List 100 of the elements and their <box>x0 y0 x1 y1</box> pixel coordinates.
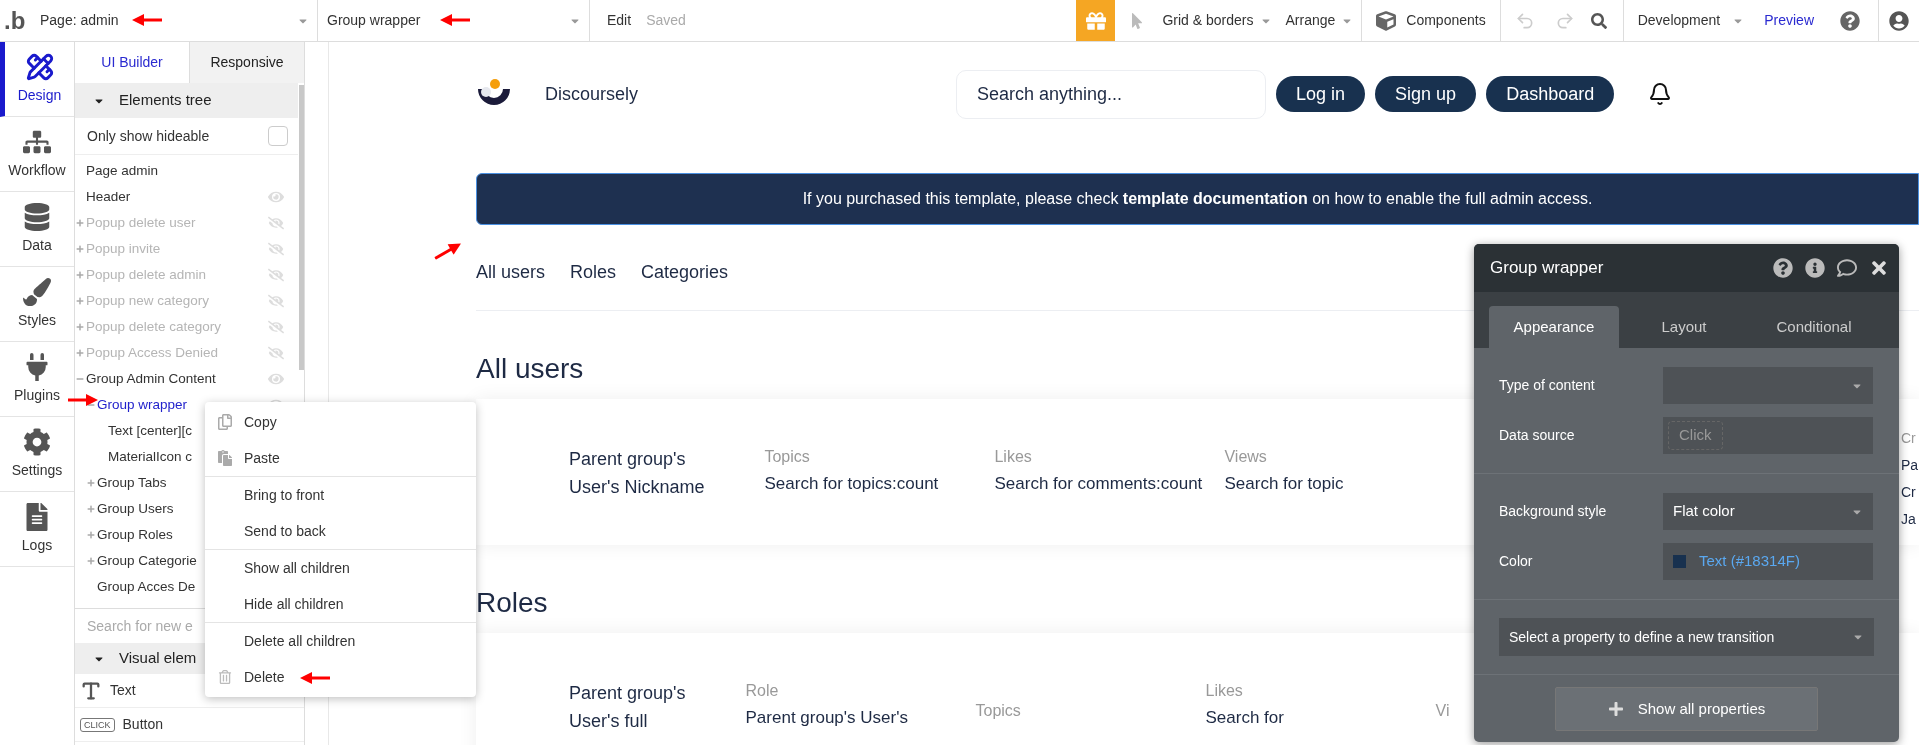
column-label: Likes <box>994 447 1032 467</box>
tree-item[interactable]: Group Acces De <box>97 576 196 598</box>
close-icon[interactable] <box>1869 258 1889 278</box>
collapse-icon[interactable] <box>76 375 84 383</box>
menu-item[interactable]: Bring to front <box>205 477 476 513</box>
user-icon[interactable] <box>1889 10 1909 31</box>
column-value: Search for topics:count <box>764 473 939 495</box>
arrange-menu[interactable]: Arrange <box>1285 0 1363 41</box>
bell-icon[interactable] <box>1648 82 1673 106</box>
sidebar-tab[interactable]: Settings <box>0 417 74 492</box>
expand-icon[interactable] <box>87 479 95 487</box>
tree-item[interactable]: Group Users <box>97 498 174 520</box>
annotation-arrow <box>132 14 162 26</box>
column-value: Parent group's User's <box>745 707 908 729</box>
tree-item[interactable]: Group Roles <box>97 524 173 546</box>
content-tab[interactable]: All users <box>476 258 546 286</box>
edit-menu[interactable]: Edit <box>607 10 632 31</box>
menu-item[interactable]: Show all children <box>205 550 476 586</box>
database-icon <box>23 202 51 231</box>
scrollbar[interactable] <box>299 85 304 370</box>
undo-icon[interactable] <box>1514 10 1535 31</box>
column-value: Ja <box>1900 510 1917 529</box>
sidebar-tab[interactable]: Plugins <box>0 342 74 417</box>
save-status: Saved <box>646 11 686 30</box>
tree-item[interactable]: Group wrapper <box>97 394 188 416</box>
collapse-icon[interactable] <box>87 401 95 409</box>
sidebar-tab[interactable]: Data <box>0 192 74 267</box>
gift-button[interactable] <box>1076 0 1116 41</box>
column-value: Search for topic <box>1224 473 1344 495</box>
column-label: Views <box>1224 447 1267 467</box>
help-icon[interactable] <box>1840 10 1860 31</box>
logo[interactable]: .b <box>0 2 30 39</box>
field-label: Type of content <box>1499 376 1596 395</box>
tree-item[interactable]: Page admin <box>86 160 159 182</box>
eye-slash-icon[interactable] <box>268 241 284 257</box>
button-element-icon: CLICK <box>80 717 115 732</box>
info-icon[interactable] <box>1805 258 1825 278</box>
panel-tab[interactable]: Responsive <box>189 42 304 83</box>
search-field[interactable]: Search anything... <box>956 69 1267 119</box>
expand-icon[interactable] <box>76 271 84 279</box>
tree-item[interactable]: MaterialIcon c <box>108 446 193 468</box>
nav-button[interactable]: Dashboard <box>1486 76 1615 112</box>
field-label: Color <box>1499 552 1534 571</box>
copy-icon <box>216 414 233 430</box>
expand-icon[interactable] <box>76 245 84 253</box>
menu-item[interactable]: Send to back <box>205 513 476 549</box>
eye-slash-icon[interactable] <box>268 345 284 361</box>
eye-slash-icon[interactable] <box>268 293 284 309</box>
grid-borders-menu[interactable]: Grid & borders <box>1162 10 1272 31</box>
search-icon[interactable] <box>1590 12 1607 29</box>
nav-button[interactable]: Log in <box>1276 76 1366 112</box>
help-icon[interactable] <box>1773 258 1793 278</box>
components-button[interactable]: Components <box>1362 0 1501 41</box>
plus-icon <box>1607 701 1624 717</box>
tree-item[interactable]: Group Categorie <box>97 550 197 572</box>
tree-item[interactable]: Group Tabs <box>97 472 167 494</box>
column-label: Topics <box>764 447 810 467</box>
show-all-properties-button[interactable]: Show all properties <box>1555 687 1818 731</box>
eye-icon[interactable] <box>268 189 284 205</box>
annotation-arrow <box>440 14 470 26</box>
expand-icon[interactable] <box>76 219 84 227</box>
panel-tab[interactable]: Conditional <box>1749 306 1879 348</box>
eye-slash-icon[interactable] <box>268 319 284 335</box>
content-tab[interactable]: Categories <box>641 258 729 286</box>
expand-icon[interactable] <box>76 297 84 305</box>
dropdown[interactable]: Flat color <box>1663 493 1873 530</box>
panel-tab[interactable]: Layout <box>1619 306 1749 348</box>
tree-item[interactable]: Group Admin Content <box>86 368 216 390</box>
eye-icon[interactable] <box>268 371 284 387</box>
expand-icon[interactable] <box>87 505 95 513</box>
comment-icon[interactable] <box>1837 258 1857 278</box>
panel-tab[interactable]: Appearance <box>1489 306 1619 348</box>
content-tab[interactable]: Roles <box>570 258 617 286</box>
preview-link[interactable]: Preview <box>1764 10 1814 31</box>
sidebar-tab[interactable]: Logs <box>0 492 74 567</box>
tree-item[interactable]: Header <box>86 186 131 208</box>
field-label: Background style <box>1499 502 1608 521</box>
sidebar-tab[interactable]: Styles <box>0 267 74 342</box>
design-icon <box>25 52 54 81</box>
checkbox[interactable] <box>268 126 288 146</box>
transition-dropdown[interactable]: Select a property to define a new transition <box>1499 618 1874 656</box>
mode-select[interactable]: Development <box>1637 10 1745 31</box>
trash-icon <box>217 670 232 684</box>
menu-item[interactable]: Copy <box>205 404 476 440</box>
section-header[interactable]: Elements tree <box>75 83 298 118</box>
nav-button[interactable]: Sign up <box>1375 76 1477 112</box>
expand-icon[interactable] <box>76 349 84 357</box>
expand-icon[interactable] <box>87 531 95 539</box>
expand-icon[interactable] <box>76 323 84 331</box>
expand-icon[interactable] <box>87 557 95 565</box>
element-item[interactable]: CLICK Button <box>75 708 304 742</box>
brand-name[interactable]: Discoursely <box>545 80 639 108</box>
eye-slash-icon[interactable] <box>268 267 284 283</box>
column-label: Cr <box>1900 429 1917 448</box>
menu-item[interactable]: Paste <box>205 440 476 476</box>
eye-slash-icon[interactable] <box>268 215 284 231</box>
tree-item[interactable]: Text [center][c <box>108 420 193 442</box>
column-label: Vi <box>1435 701 1450 721</box>
section-title: Roles <box>476 586 548 620</box>
sidebar-tab[interactable]: Workflow <box>0 117 74 192</box>
